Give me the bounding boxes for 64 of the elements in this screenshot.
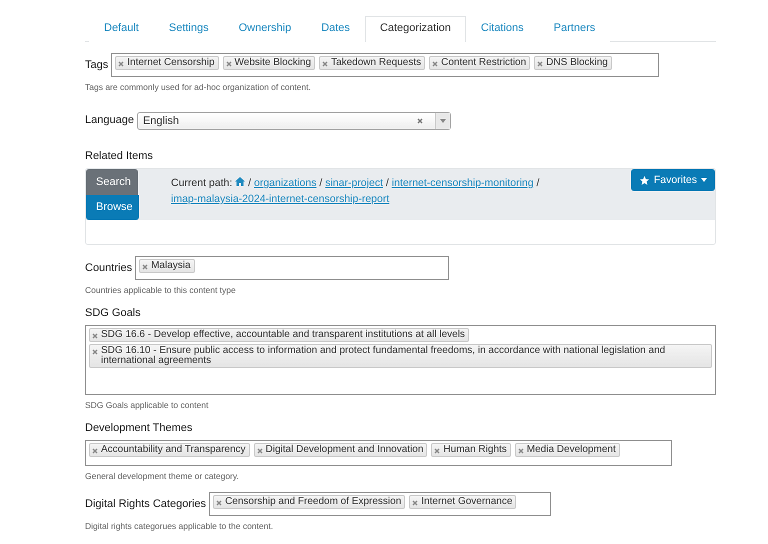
help-text: General development theme or category.	[85, 471, 240, 481]
tag-chip: Censorship and Freedom of Expression	[213, 495, 406, 509]
remove-icon[interactable]	[118, 61, 124, 67]
remove-icon[interactable]	[92, 349, 98, 355]
mode-button[interactable]: Browse	[86, 194, 139, 220]
path-separator: /	[248, 177, 252, 189]
star-icon	[638, 174, 650, 186]
tag-input[interactable]	[85, 325, 716, 395]
remove-icon[interactable]	[518, 448, 524, 454]
field-label: Related Items	[85, 150, 154, 162]
tag-chip: Accountability and Transparency	[89, 443, 250, 457]
tab[interactable]: Categorization	[364, 16, 466, 42]
tag-chip: DNS Blocking	[534, 56, 612, 70]
field-label: SDG Goals	[85, 307, 142, 319]
tag-chip: Malaysia	[139, 259, 195, 273]
tag-chip: SDG 16.6 - Develop effective, accountable and transparent institutions at all levels	[89, 328, 469, 342]
remove-icon[interactable]	[142, 264, 148, 270]
help-text: SDG Goals applicable to content	[85, 400, 210, 410]
tag-chip: Digital Development and Innovation	[254, 443, 428, 457]
tag-chip: Internet Censorship	[115, 56, 219, 70]
path-separator: /	[536, 177, 540, 189]
tag-input[interactable]: Malaysia	[135, 256, 450, 280]
field-label: Digital Rights Categories	[85, 497, 206, 512]
tag-chip: SDG 16.10 - Ensure public access to information and protect fundamental freedoms, in accordance with national legislation and international agreements	[89, 344, 712, 368]
path-link[interactable]: internet-censorship-monitoring	[392, 177, 534, 189]
tag-chip: Media Development	[514, 443, 620, 457]
remove-icon[interactable]	[256, 448, 263, 454]
field-label: Development Themes	[85, 422, 194, 434]
remove-icon[interactable]	[432, 61, 438, 67]
caret-icon	[701, 178, 707, 182]
tag-chip: Internet Governance	[409, 495, 516, 509]
caret-icon[interactable]	[440, 119, 446, 123]
help-text: Countries applicable to this content type	[85, 285, 237, 295]
path-link[interactable]: sinar-project	[325, 177, 383, 189]
mode-button[interactable]: Search	[86, 169, 138, 194]
clear-icon[interactable]	[416, 118, 423, 124]
path-link[interactable]: organizations	[254, 177, 316, 189]
tag-chip: Takedown Requests	[319, 56, 426, 70]
remove-icon[interactable]	[322, 61, 328, 67]
tag-input[interactable]: Internet Censorship Website Blocking Takedown Requests Content Restriction DNS Blocking	[111, 53, 660, 77]
field-label: Language	[85, 113, 134, 128]
remove-icon[interactable]	[92, 448, 98, 454]
remove-icon[interactable]	[537, 61, 544, 67]
help-text: Tags are commonly used for ad-hoc organization of content.	[85, 82, 312, 92]
remove-icon[interactable]	[434, 448, 440, 454]
remove-icon[interactable]	[412, 500, 418, 506]
remove-icon[interactable]	[92, 333, 98, 339]
path-label: Current path:	[171, 177, 232, 189]
home-icon[interactable]	[235, 177, 246, 186]
favorites-button[interactable]: Favorites	[630, 169, 715, 191]
tag-input[interactable]: Accountability and Transparency Digital Development and Innovation Human Rights Media Development	[85, 440, 672, 466]
tag-chip: Content Restriction	[429, 56, 530, 70]
path-separator: /	[386, 177, 389, 189]
remove-icon[interactable]	[216, 500, 222, 506]
tag-chip: Website Blocking	[222, 56, 316, 70]
help-text: Digital rights categorues applicable to the content.	[85, 521, 274, 531]
path-link[interactable]: imap-malaysia-2024-internet-censorship-report	[171, 193, 390, 205]
remove-icon[interactable]	[226, 61, 232, 67]
language-select[interactable]: English	[136, 112, 451, 130]
field-label: Tags	[85, 58, 108, 73]
path-separator: /	[319, 177, 322, 189]
tag-chip: Human Rights	[431, 443, 511, 457]
tag-input[interactable]: Censorship and Freedom of Expression Internet Governance	[209, 492, 552, 516]
field-label: Countries	[85, 261, 132, 276]
